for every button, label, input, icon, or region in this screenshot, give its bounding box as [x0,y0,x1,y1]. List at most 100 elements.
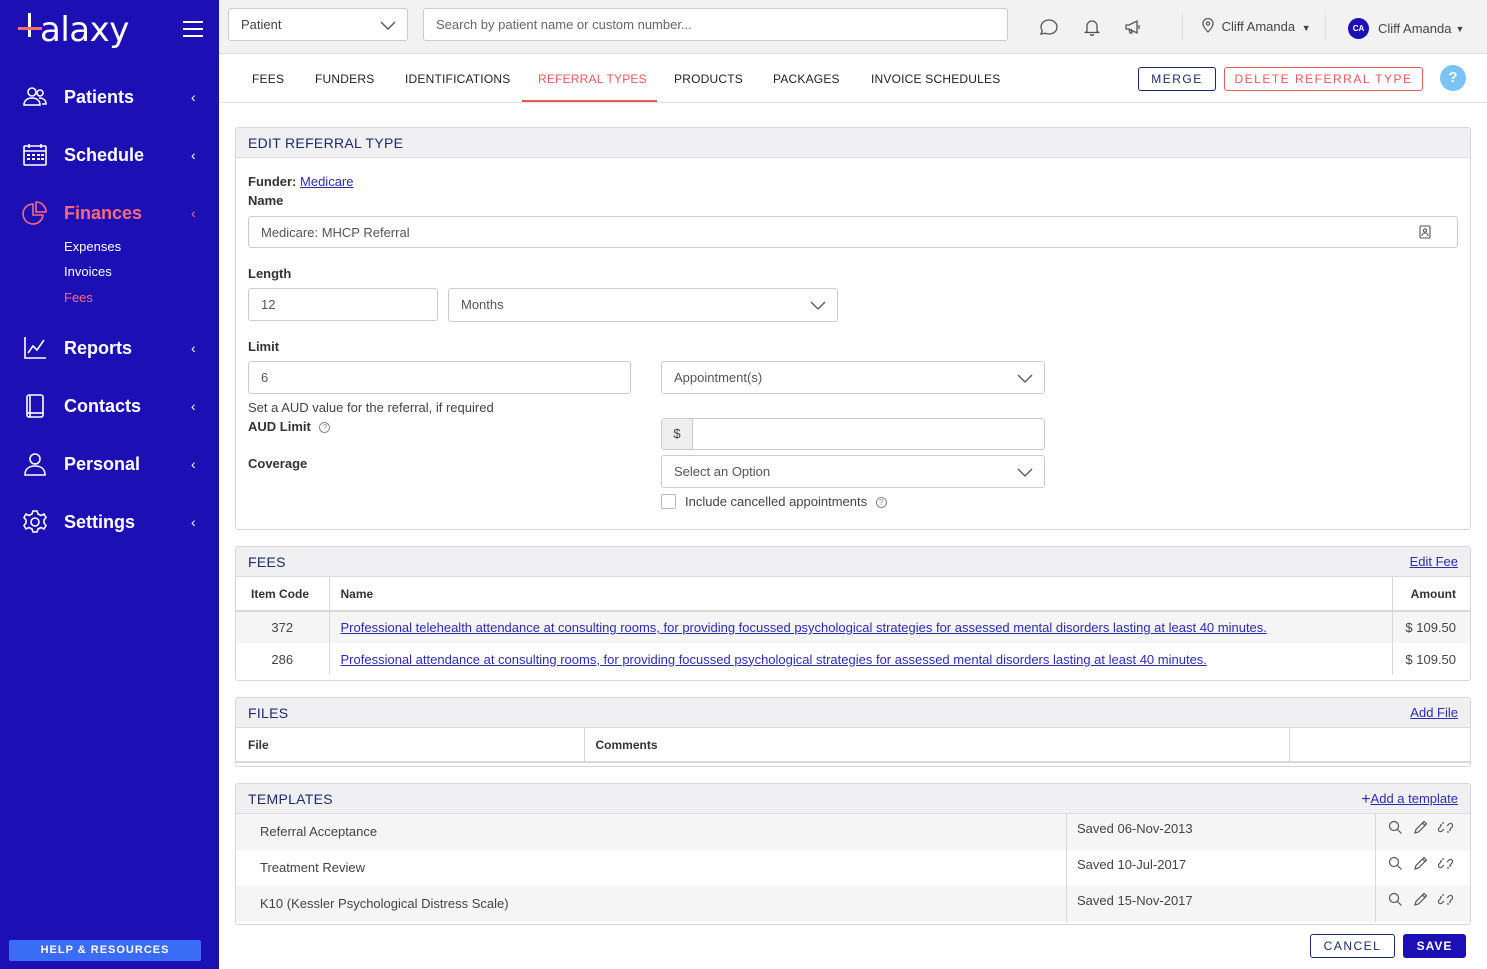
template-saved-date: Saved 06-Nov-2013 [1077,821,1193,836]
sidebar-item-finances[interactable]: Finances ‹ [0,193,219,233]
bell-icon[interactable] [1082,17,1102,37]
search-icon[interactable] [1388,820,1403,835]
template-actions [1388,856,1453,871]
pencil-icon[interactable] [1413,892,1428,907]
tab-fees[interactable]: FEES [252,72,284,86]
item-code-cell: 286 [236,643,330,675]
sidebar-item-label: Schedule [64,144,145,165]
template-saved-date: Saved 10-Jul-2017 [1077,857,1187,872]
funder-row: Funder: Medicare [248,174,353,189]
table-row: 372 Professional telehealth attendance a… [236,611,1470,643]
length-unit-select[interactable]: Months [448,288,838,322]
megaphone-icon[interactable] [1123,17,1143,37]
search-icon[interactable] [1388,892,1403,907]
sidebar-item-settings[interactable]: Settings ‹ [0,502,219,542]
halaxy-logo[interactable]: alaxy [18,10,129,50]
sidebar-item-schedule[interactable]: Schedule ‹ [0,135,219,175]
fee-name-cell: Professional attendance at consulting ro… [329,643,1393,675]
sidebar-subitem-fees[interactable]: Fees [64,290,93,305]
merge-button[interactable]: MERGE [1138,67,1216,91]
help-circle-icon[interactable]: ? [319,422,331,433]
panel-title: FILES [248,705,289,721]
sidebar-item-label: Finances [64,202,143,223]
aud-limit-input-group: $ [661,418,1045,450]
patient-select[interactable]: Patient [228,8,408,41]
tab-funders[interactable]: FUNDERS [315,72,374,86]
sidebar-item-label: Reports [64,337,133,358]
length-unit-value: Months [461,297,504,312]
unlink-icon[interactable] [1438,856,1453,871]
fee-link[interactable]: Professional attendance at consulting ro… [341,652,1207,667]
tab-products[interactable]: PRODUCTS [674,72,743,86]
sidebar-item-patients[interactable]: Patients ‹ [0,77,219,117]
sidebar-subitem-invoices[interactable]: Invoices [64,264,112,279]
name-field[interactable]: Medicare: MHCP Referral [248,216,1458,248]
user-menu[interactable]: CA Cliff Amanda ▼ [1348,18,1464,39]
logo-text: alaxy [40,10,129,50]
search-icon[interactable] [1388,856,1403,871]
person-icon [24,453,46,476]
length-input[interactable]: 12 [248,288,438,321]
delete-referral-type-button[interactable]: DELETE REFERRAL TYPE [1224,67,1423,91]
tab-identifications[interactable]: IDENTIFICATIONS [405,72,510,86]
edit-fee-link[interactable]: Edit Fee [1410,554,1458,569]
pencil-icon[interactable] [1413,820,1428,835]
sidebar-item-personal[interactable]: Personal ‹ [0,444,219,484]
unlink-icon[interactable] [1438,892,1453,907]
chevron-down-icon [810,301,826,310]
amount-cell: $ 109.50 [1405,651,1456,667]
sidebar: alaxy Patients ‹ Schedule ‹ Finances ‹ E… [0,0,219,969]
chevron-down-icon [380,21,396,30]
item-code-cell: 372 [236,611,330,643]
sidebar-item-contacts[interactable]: Contacts ‹ [0,386,219,426]
coverage-placeholder: Select an Option [674,464,771,479]
help-resources-button[interactable]: HELP & RESOURCES [9,940,201,961]
cancel-button[interactable]: CANCEL [1310,934,1395,958]
add-template-link[interactable]: +Add a template [1361,791,1458,808]
limit-label: Limit [248,339,280,354]
sidebar-subitem-expenses[interactable]: Expenses [64,239,121,254]
help-icon[interactable]: ? [1440,65,1466,91]
limit-input[interactable]: 6 [248,361,631,394]
contact-card-icon[interactable] [1419,225,1431,239]
add-file-link[interactable]: Add File [1410,705,1458,720]
templates-panel: TEMPLATES +Add a template Referral Accep… [235,783,1471,925]
pencil-icon[interactable] [1413,856,1428,871]
funder-label: Funder: [248,174,297,189]
sidebar-item-reports[interactable]: Reports ‹ [0,328,219,368]
fee-name-cell: Professional telehealth attendance at co… [329,611,1393,643]
menu-toggle-icon[interactable] [183,21,203,37]
save-button[interactable]: SAVE [1403,934,1466,958]
template-saved-date: Saved 15-Nov-2017 [1077,893,1193,908]
name-value: Medicare: MHCP Referral [261,225,410,240]
aud-hint: Set a AUD value for the referral, if req… [248,400,494,415]
sidebar-item-label: Settings [64,511,136,532]
aud-limit-label: AUD Limit ? [248,419,331,434]
column-header: File [236,728,585,763]
location-selector[interactable]: Cliff Amanda ▼ [1202,17,1311,34]
panel-title: TEMPLATES [248,791,333,807]
panel-header: FILES Add File [236,698,1470,728]
funder-link[interactable]: Medicare [300,174,353,189]
include-cancelled-checkbox[interactable] [661,494,676,509]
search-input[interactable] [423,8,1008,41]
panel-header: EDIT REFERRAL TYPE [236,128,1470,158]
gear-icon [23,510,47,533]
chat-icon[interactable] [1039,17,1059,37]
template-row: K10 (Kessler Psychological Distress Scal… [236,886,1470,922]
tab-invoice-schedules[interactable]: INVOICE SCHEDULES [871,72,1000,86]
coverage-select[interactable]: Select an Option [661,455,1045,488]
aud-limit-input[interactable] [693,419,1044,449]
fee-link[interactable]: Professional telehealth attendance at co… [341,620,1267,635]
template-actions [1388,820,1453,835]
topbar: Patient Cliff Amanda ▼ CA Cliff Amanda ▼ [219,0,1487,54]
limit-unit-select[interactable]: Appointment(s) [661,361,1045,394]
panel-title: EDIT REFERRAL TYPE [248,135,404,151]
panel-header: FEES Edit Fee [236,547,1470,577]
tab-packages[interactable]: PACKAGES [773,72,840,86]
tab-referral-types[interactable]: REFERRAL TYPES [538,72,647,86]
unlink-icon[interactable] [1438,820,1453,835]
help-circle-icon[interactable]: ? [875,497,887,508]
divider [1375,886,1376,922]
amount-cell: $ 109.50 [1392,611,1470,643]
